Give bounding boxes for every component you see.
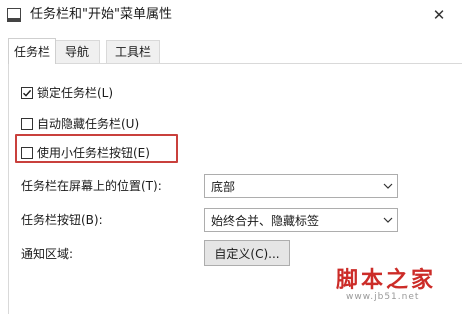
- lock-taskbar-checkbox[interactable]: [21, 87, 33, 99]
- auto-hide-option[interactable]: 自动隐藏任务栏(U): [21, 115, 139, 133]
- tab-navigation[interactable]: 导航: [54, 40, 100, 63]
- taskbar-buttons-label: 任务栏按钮(B):: [21, 213, 103, 227]
- highlight-box: [15, 134, 178, 163]
- position-select[interactable]: 底部: [204, 174, 398, 198]
- lock-taskbar-option[interactable]: 锁定任务栏(L): [21, 84, 113, 102]
- auto-hide-label: 自动隐藏任务栏(U): [37, 117, 140, 131]
- chevron-down-icon: [379, 217, 397, 223]
- chevron-down-icon: [379, 183, 397, 189]
- window-title: 任务栏和"开始"菜单属性: [30, 7, 172, 22]
- title-bar: 任务栏和"开始"菜单属性 ✕: [0, 0, 462, 30]
- tab-toolbars[interactable]: 工具栏: [106, 40, 160, 63]
- customize-button[interactable]: 自定义(C)...: [204, 240, 290, 266]
- close-button[interactable]: ✕: [416, 0, 462, 30]
- checkmark-icon: [23, 89, 32, 97]
- tab-taskbar[interactable]: 任务栏: [8, 38, 56, 64]
- watermark-brand: 脚本之家: [336, 267, 437, 293]
- close-icon: ✕: [432, 6, 446, 24]
- auto-hide-checkbox[interactable]: [21, 118, 33, 130]
- taskbar-buttons-value: 始终合并、隐藏标签: [211, 213, 320, 228]
- taskbar-buttons-select[interactable]: 始终合并、隐藏标签: [204, 208, 398, 232]
- taskbar-properties-icon: [7, 8, 21, 22]
- position-label: 任务栏在屏幕上的位置(T):: [21, 179, 162, 193]
- notification-label: 通知区域:: [21, 247, 74, 261]
- lock-taskbar-label: 锁定任务栏(L): [37, 86, 114, 100]
- watermark-url: www.jb51.net: [346, 292, 420, 302]
- position-value: 底部: [211, 179, 236, 194]
